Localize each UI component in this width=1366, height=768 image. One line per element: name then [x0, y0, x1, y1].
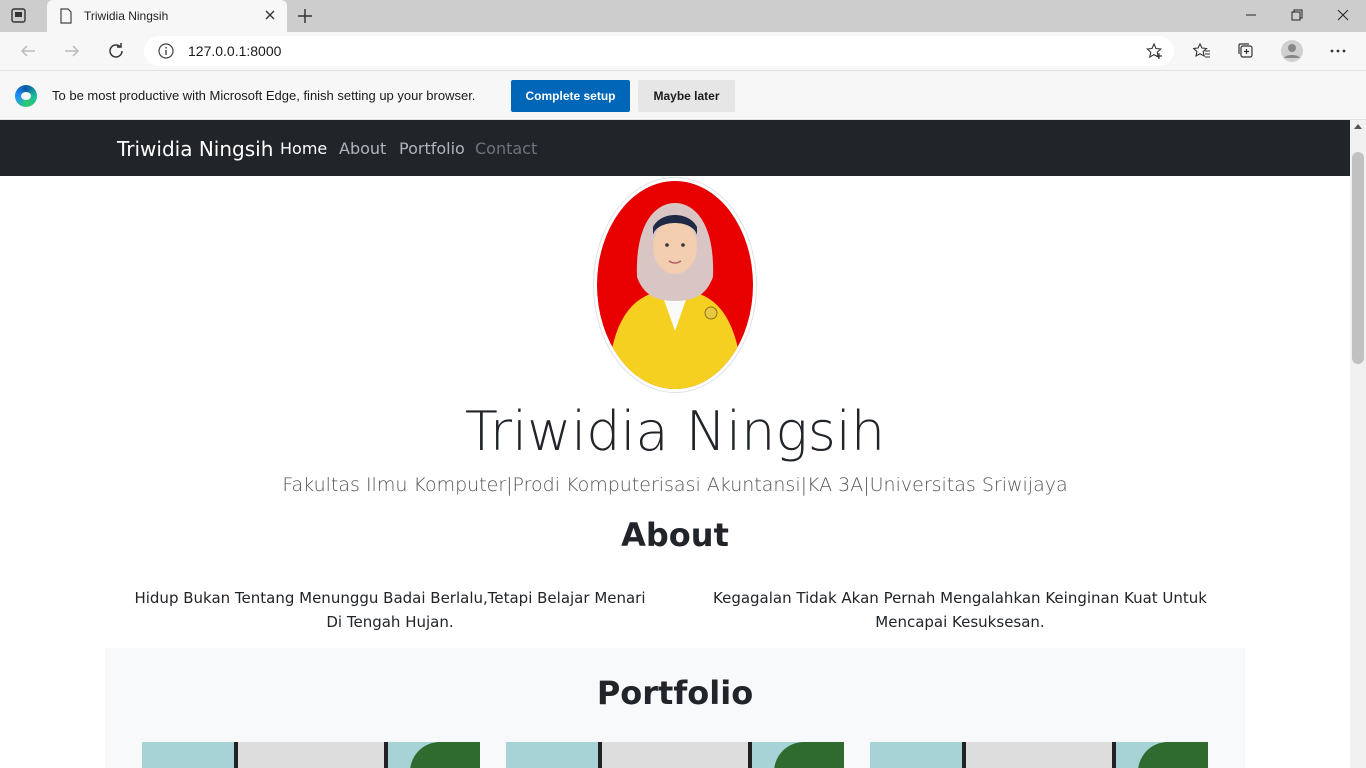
url-field[interactable]: 127.0.0.1:8000 — [144, 36, 1174, 66]
portfolio-section: Portfolio — [105, 648, 1245, 768]
page-icon — [59, 8, 73, 24]
maybe-later-button[interactable]: Maybe later — [638, 80, 735, 112]
about-text-left: Hidup Bukan Tentang Menunggu Badai Berla… — [134, 589, 646, 631]
plant-image — [1138, 742, 1208, 768]
close-tab-icon[interactable] — [263, 8, 277, 22]
laptop-image — [962, 742, 1116, 768]
close-window-icon[interactable] — [1320, 0, 1366, 30]
portfolio-heading: Portfolio — [596, 674, 754, 712]
laptop-image — [598, 742, 752, 768]
hero-subtitle: Fakultas Ilmu Komputer|Prodi Komputerisa… — [282, 474, 1068, 496]
laptop-image — [234, 742, 388, 768]
minimize-icon[interactable] — [1228, 0, 1274, 30]
tab-title: Triwidia Ningsih — [84, 9, 169, 23]
forward-icon[interactable] — [62, 41, 82, 61]
profile-photo — [597, 181, 753, 389]
portfolio-card[interactable] — [506, 742, 844, 768]
infobar-message: To be most productive with Microsoft Edg… — [52, 88, 476, 103]
nav-contact[interactable]: Contact — [475, 139, 537, 158]
add-favorite-icon[interactable] — [1145, 42, 1164, 60]
portfolio-card[interactable] — [870, 742, 1208, 768]
nav-portfolio[interactable]: Portfolio — [399, 139, 465, 158]
refresh-icon[interactable] — [106, 41, 126, 61]
page-viewport: Triwidia Ningsih Home About Portfolio Co… — [0, 120, 1350, 768]
browser-tab[interactable]: Triwidia Ningsih — [47, 0, 287, 32]
hero-name: Triwidia Ningsih — [464, 400, 886, 463]
plant-image — [410, 742, 480, 768]
plant-image — [774, 742, 844, 768]
complete-setup-button[interactable]: Complete setup — [511, 80, 630, 112]
scrollbar-thumb[interactable] — [1352, 152, 1364, 364]
tab-actions-icon[interactable] — [10, 7, 28, 25]
about-text-right: Kegagalan Tidak Akan Pernah Mengalahkan … — [713, 589, 1207, 631]
favorites-icon[interactable] — [1192, 41, 1212, 61]
edge-setup-infobar: To be most productive with Microsoft Edg… — [0, 70, 1366, 120]
portfolio-card[interactable] — [142, 742, 480, 768]
site-brand[interactable]: Triwidia Ningsih — [117, 137, 273, 161]
info-icon[interactable] — [158, 43, 174, 59]
new-tab-icon[interactable] — [296, 7, 314, 25]
address-bar: 127.0.0.1:8000 — [0, 32, 1366, 70]
profile-photo-frame — [593, 177, 757, 393]
nav-home[interactable]: Home — [280, 139, 327, 158]
scroll-up-arrow-icon[interactable] — [1354, 124, 1362, 129]
tab-strip: Triwidia Ningsih — [0, 0, 1366, 32]
profile-avatar-icon[interactable] — [1280, 39, 1304, 63]
page-scrollbar[interactable] — [1350, 120, 1366, 768]
nav-about[interactable]: About — [339, 139, 386, 158]
about-heading: About — [621, 516, 729, 554]
restore-icon[interactable] — [1274, 0, 1320, 30]
edge-logo-icon — [15, 85, 37, 107]
more-menu-icon[interactable] — [1328, 41, 1348, 61]
url-text: 127.0.0.1:8000 — [188, 43, 282, 59]
back-icon[interactable] — [18, 41, 38, 61]
site-navbar: Triwidia Ningsih Home About Portfolio Co… — [0, 120, 1350, 176]
collections-icon[interactable] — [1236, 41, 1256, 61]
